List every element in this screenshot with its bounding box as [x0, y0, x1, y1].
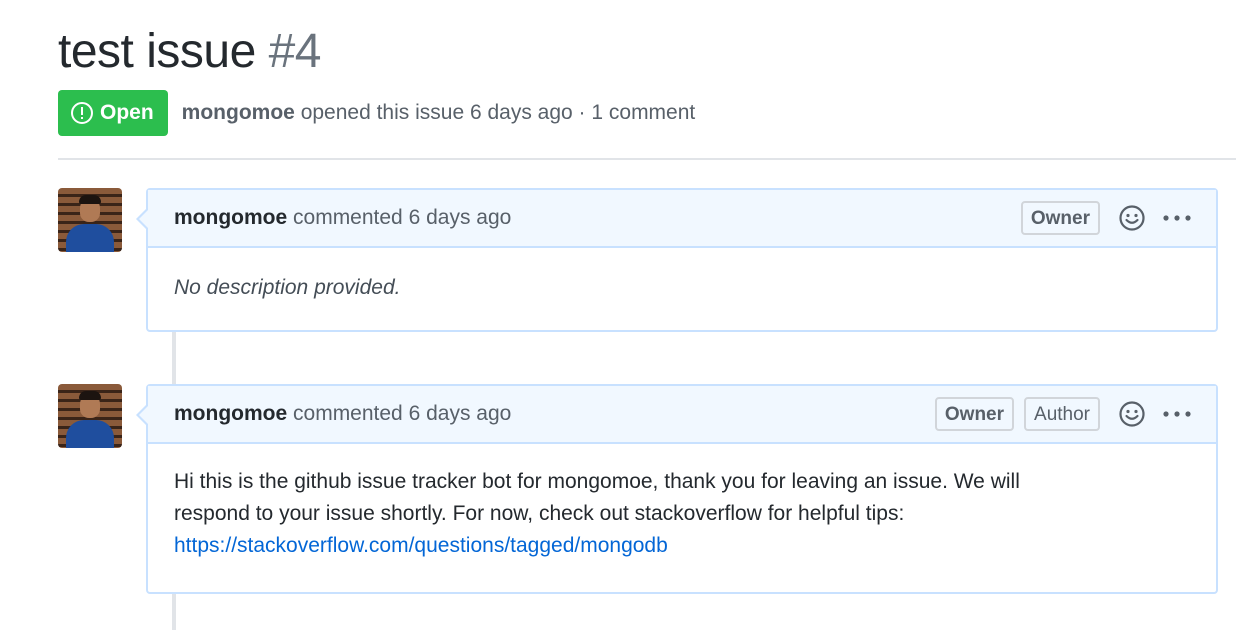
comment-box: mongomoe commented 6 days ago Owner No d… [136, 188, 1218, 332]
comment-box: mongomoe commented 6 days ago Owner Auth… [136, 384, 1218, 594]
header-divider [58, 158, 1236, 160]
issue-number: #4 [268, 25, 322, 78]
stackoverflow-link[interactable]: https://stackoverflow.com/questions/tagg… [174, 534, 668, 557]
add-reaction-button[interactable] [1118, 400, 1146, 428]
kebab-horizontal-icon [1163, 215, 1191, 221]
comment-author-link[interactable]: mongomoe [174, 402, 287, 425]
avatar[interactable] [58, 188, 122, 252]
avatar[interactable] [58, 384, 122, 448]
comment-meta: mongomoe commented 6 days ago [174, 402, 925, 426]
comment-options-button[interactable] [1162, 213, 1192, 223]
issue-meta-text: mongomoe opened this issue 6 days ago · … [182, 101, 696, 125]
kebab-horizontal-icon [1163, 411, 1191, 417]
comment-body-line: respond to your issue shortly. For now, … [174, 502, 905, 525]
issue-opened-icon [71, 102, 93, 124]
smiley-icon [1119, 401, 1145, 427]
comment-body: No description provided. [174, 276, 401, 299]
owner-label: Owner [934, 397, 1015, 431]
comment-header: mongomoe commented 6 days ago Owner [148, 190, 1216, 248]
state-label: Open [100, 101, 154, 124]
comment-author-link[interactable]: mongomoe [174, 206, 287, 229]
comment-options-button[interactable] [1162, 409, 1192, 419]
comment-body-line: Hi this is the github issue tracker bot … [174, 470, 1020, 493]
issue-opened-text: opened this issue 6 days ago · 1 comment [300, 101, 696, 124]
comment-timestamp[interactable]: commented 6 days ago [293, 206, 511, 229]
comment-header: mongomoe commented 6 days ago Owner Auth… [148, 386, 1216, 444]
issue-title-text: test issue [58, 25, 256, 78]
issue-author-link[interactable]: mongomoe [182, 101, 295, 124]
issue-meta: Open mongomoe opened this issue 6 days a… [58, 90, 695, 136]
comment-timestamp[interactable]: commented 6 days ago [293, 402, 511, 425]
issue-title: test issue #4 [58, 22, 322, 82]
author-label: Author [1024, 397, 1100, 431]
owner-label: Owner [1020, 201, 1100, 235]
state-badge: Open [58, 90, 168, 136]
add-reaction-button[interactable] [1118, 204, 1146, 232]
comment-meta: mongomoe commented 6 days ago [174, 206, 1011, 230]
smiley-icon [1119, 205, 1145, 231]
comment-body: Hi this is the github issue tracker bot … [148, 444, 1216, 584]
